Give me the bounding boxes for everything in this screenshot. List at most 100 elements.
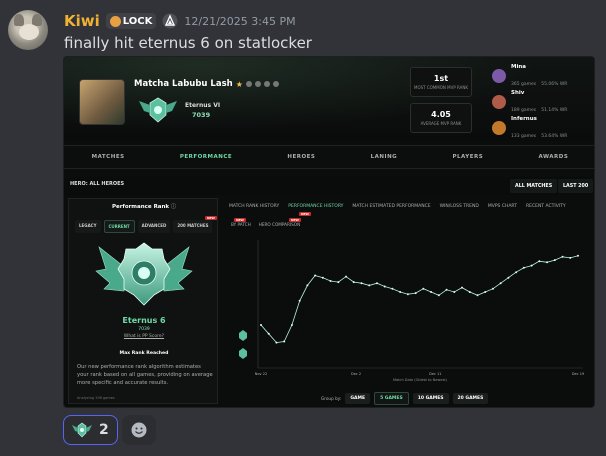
hero-wr: 55.06% WR bbox=[541, 81, 568, 87]
hero-wr: 53.64% WR bbox=[541, 133, 568, 139]
top-hero-row[interactable]: Infernus 133 games 53.64% WR bbox=[492, 116, 568, 139]
panel-title-text: Performance Rank bbox=[111, 204, 170, 210]
data-point[interactable] bbox=[399, 291, 402, 293]
data-point[interactable] bbox=[260, 324, 262, 326]
group-5-games-button[interactable]: 5 GAMES bbox=[374, 392, 409, 405]
data-point[interactable] bbox=[414, 292, 417, 295]
guild-tag[interactable]: LOCK bbox=[105, 13, 157, 29]
stat-label: MOST COMMON MVP RANK bbox=[414, 85, 468, 90]
performance-history-chart[interactable]: Nov 22 Dec 2 Dec 11 Dec 19 Match Date (Olde… bbox=[223, 198, 594, 404]
max-rank-label: Max Rank Reached bbox=[119, 351, 169, 356]
data-point[interactable] bbox=[484, 291, 487, 293]
rank-icon bbox=[239, 330, 247, 341]
group-game-button[interactable]: GAME bbox=[345, 393, 371, 404]
data-point[interactable] bbox=[538, 260, 541, 263]
data-point[interactable] bbox=[553, 259, 556, 262]
steam-icon[interactable] bbox=[245, 81, 252, 87]
hero-games: 365 games bbox=[511, 81, 537, 87]
data-point[interactable] bbox=[530, 264, 533, 267]
data-point[interactable] bbox=[329, 280, 332, 282]
data-point[interactable] bbox=[577, 254, 579, 257]
data-point[interactable] bbox=[290, 324, 293, 326]
data-point[interactable] bbox=[306, 284, 309, 287]
data-point[interactable] bbox=[546, 261, 549, 264]
data-point[interactable] bbox=[422, 287, 425, 290]
nav-players[interactable]: PLAYERS bbox=[452, 154, 483, 160]
data-point[interactable] bbox=[383, 285, 386, 288]
data-point[interactable] bbox=[314, 274, 317, 277]
data-point[interactable] bbox=[453, 291, 456, 293]
stat-box: 4.05 AVERAGE MVP RANK bbox=[410, 103, 472, 133]
data-point[interactable] bbox=[345, 275, 348, 278]
data-point[interactable] bbox=[507, 276, 510, 279]
nav-heroes[interactable]: HEROES bbox=[287, 154, 315, 160]
data-point[interactable] bbox=[499, 282, 502, 285]
data-point[interactable] bbox=[437, 294, 440, 297]
tab-legacy[interactable]: LEGACY bbox=[75, 220, 101, 233]
data-point[interactable] bbox=[561, 255, 564, 258]
data-point[interactable] bbox=[476, 294, 479, 297]
user-avatar[interactable] bbox=[8, 10, 48, 50]
player-name: Matcha Labubu Lash bbox=[134, 79, 233, 89]
data-point[interactable] bbox=[337, 281, 340, 284]
data-point[interactable] bbox=[569, 256, 572, 259]
data-point[interactable] bbox=[283, 340, 286, 343]
group-by-control: Group by: GAME 5 GAMES 10 GAMES 20 GAMES bbox=[321, 392, 489, 405]
attached-screenshot[interactable]: Matcha Labubu Lash ★ Eternus VI 7039 1st… bbox=[63, 56, 595, 408]
data-point[interactable] bbox=[375, 282, 378, 285]
eternus-emoji-icon bbox=[72, 422, 92, 438]
data-point[interactable] bbox=[430, 291, 433, 293]
nav-awards[interactable]: AWARDS bbox=[538, 154, 568, 160]
chart-x-label: Match Date (Oldest to Newest) bbox=[393, 378, 448, 382]
username[interactable]: Kiwi bbox=[64, 12, 100, 30]
data-point[interactable] bbox=[368, 284, 371, 287]
rank-description: Our new performance rank algorithm estim… bbox=[77, 364, 213, 386]
group-10-games-button[interactable]: 10 GAMES bbox=[412, 393, 449, 404]
nav-matches[interactable]: MATCHES bbox=[92, 154, 125, 160]
data-point[interactable] bbox=[321, 276, 324, 279]
top-hero-row[interactable]: Mina 365 games 55.06% WR bbox=[492, 64, 568, 87]
hero-filter-select[interactable]: HERO: ALL HEROES bbox=[70, 181, 124, 187]
data-point[interactable] bbox=[298, 299, 301, 302]
data-point[interactable] bbox=[360, 282, 363, 285]
data-point[interactable] bbox=[275, 341, 278, 344]
hero-portrait-icon bbox=[492, 69, 506, 83]
last-200-button[interactable]: LAST 200 bbox=[558, 179, 594, 193]
top-hero-row[interactable]: Shiv 189 games 51.14% WR bbox=[492, 90, 567, 113]
player-avatar bbox=[79, 79, 125, 125]
youtube-icon[interactable] bbox=[263, 81, 270, 87]
discord-icon[interactable] bbox=[254, 81, 261, 87]
app-badge-icon[interactable] bbox=[162, 13, 178, 29]
tab-advanced[interactable]: ADVANCED bbox=[137, 220, 171, 233]
data-point[interactable] bbox=[491, 287, 494, 290]
data-point[interactable] bbox=[406, 293, 409, 296]
data-point[interactable] bbox=[445, 288, 448, 291]
player-rank: Eternus VI bbox=[185, 102, 221, 109]
data-point[interactable] bbox=[468, 291, 471, 293]
tab-current[interactable]: CURRENT bbox=[103, 220, 135, 233]
add-reaction-button[interactable] bbox=[121, 415, 156, 445]
chart-x-ticks: Nov 22 Dec 2 Dec 11 Dec 19 bbox=[255, 372, 584, 376]
reaction-count: 2 bbox=[99, 422, 109, 438]
player-points: 7039 bbox=[192, 111, 211, 119]
chat-message: Kiwi LOCK 12/21/2025 3:45 PM finally hit… bbox=[0, 0, 606, 456]
x-tick-label: Dec 2 bbox=[351, 372, 361, 376]
x-tick-label: Dec 19 bbox=[572, 372, 584, 376]
data-point[interactable] bbox=[352, 281, 355, 284]
data-point[interactable] bbox=[391, 287, 394, 290]
tab-200-matches[interactable]: 200 MATCHES bbox=[173, 220, 213, 233]
stat-box: 1st MOST COMMON MVP RANK bbox=[410, 67, 472, 97]
data-point[interactable] bbox=[267, 332, 270, 335]
nav-laning[interactable]: LANING bbox=[371, 154, 398, 160]
data-point[interactable] bbox=[461, 286, 464, 289]
nav-performance[interactable]: PERFORMANCE bbox=[180, 154, 232, 160]
all-matches-button[interactable]: ALL MATCHES bbox=[510, 179, 558, 193]
reaction-eternus[interactable]: 2 bbox=[63, 415, 118, 445]
link-icon[interactable] bbox=[272, 81, 279, 87]
data-point[interactable] bbox=[515, 271, 518, 274]
info-icon[interactable]: ⓘ bbox=[171, 204, 176, 210]
profile-nav: MATCHES PERFORMANCE HEROES LANING PLAYER… bbox=[64, 145, 594, 169]
group-20-games-button[interactable]: 20 GAMES bbox=[452, 393, 489, 404]
pp-score-link[interactable]: What is PP Score? bbox=[69, 334, 219, 339]
data-point[interactable] bbox=[522, 266, 525, 269]
